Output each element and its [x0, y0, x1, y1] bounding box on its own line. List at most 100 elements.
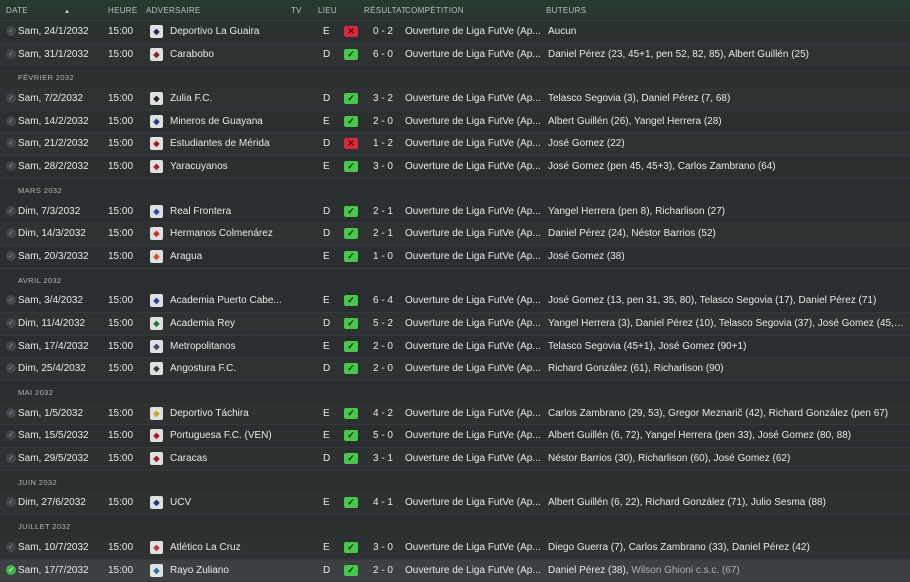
match-competition[interactable]: Ouverture de Liga FutVe (Ap... — [405, 26, 541, 38]
opponent-name[interactable]: Rayo Zuliano — [170, 565, 282, 577]
table-row[interactable]: ✓Sam, 14/2/203215:00◆Mineros de GuayanaE… — [0, 111, 910, 134]
match-competition[interactable]: Ouverture de Liga FutVe (Ap... — [405, 497, 541, 509]
check-icon: ✓ — [6, 93, 16, 103]
match-competition[interactable]: Ouverture de Liga FutVe (Ap... — [405, 251, 541, 263]
match-venue: D — [323, 49, 330, 61]
match-score[interactable]: 1 - 2 — [372, 138, 394, 150]
fixtures-list: ✓Sam, 24/1/203215:00◆Deportivo La Guaira… — [0, 21, 910, 582]
match-score[interactable]: 2 - 1 — [372, 228, 394, 240]
match-score[interactable]: 2 - 1 — [372, 206, 394, 218]
opponent-name[interactable]: Hermanos Colmenárez — [170, 228, 282, 240]
opponent-name[interactable]: Estudiantes de Mérida — [170, 138, 282, 150]
opponent-name[interactable]: Atlético La Cruz — [170, 542, 282, 554]
header-opponent[interactable]: ADVERSAIRE — [146, 6, 201, 15]
team-crest-icon: ◆ — [150, 362, 163, 375]
header-time[interactable]: HEURE — [108, 6, 138, 15]
table-row[interactable]: ✓Dim, 14/3/203215:00◆Hermanos Colmenárez… — [0, 223, 910, 246]
opponent-name[interactable]: Academia Puerto Cabe... — [170, 295, 282, 307]
opponent-name[interactable]: Real Frontera — [170, 206, 282, 218]
match-competition[interactable]: Ouverture de Liga FutVe (Ap... — [405, 565, 541, 577]
match-competition[interactable]: Ouverture de Liga FutVe (Ap... — [405, 408, 541, 420]
match-competition[interactable]: Ouverture de Liga FutVe (Ap... — [405, 453, 541, 465]
table-row[interactable]: ✓Sam, 21/2/203215:00◆Estudiantes de Méri… — [0, 133, 910, 156]
match-competition[interactable]: Ouverture de Liga FutVe (Ap... — [405, 161, 541, 173]
scorers-text: Carlos Zambrano (29, 53), Gregor Meznari… — [548, 408, 888, 419]
match-score[interactable]: 2 - 0 — [372, 116, 394, 128]
table-row[interactable]: ✓Sam, 31/1/203215:00◆CaraboboD✓6 - 0Ouve… — [0, 44, 910, 67]
match-score[interactable]: 0 - 2 — [372, 26, 394, 38]
match-competition[interactable]: Ouverture de Liga FutVe (Ap... — [405, 116, 541, 128]
header-tv[interactable]: TV — [291, 6, 302, 15]
match-competition[interactable]: Ouverture de Liga FutVe (Ap... — [405, 318, 541, 330]
table-row[interactable]: ✓Sam, 24/1/203215:00◆Deportivo La Guaira… — [0, 21, 910, 44]
opponent-name[interactable]: Zulia F.C. — [170, 93, 282, 105]
match-competition[interactable]: Ouverture de Liga FutVe (Ap... — [405, 206, 541, 218]
scorers-text: Daniel Pérez (24), Néstor Barrios (52) — [548, 228, 716, 239]
loss-icon: ✕ — [344, 26, 358, 37]
table-row[interactable]: ✓Sam, 7/2/203215:00◆Zulia F.C.D✓3 - 2Ouv… — [0, 88, 910, 111]
match-competition[interactable]: Ouverture de Liga FutVe (Ap... — [405, 542, 541, 554]
table-row[interactable]: ✓Sam, 29/5/203215:00◆CaracasD✓3 - 1Ouver… — [0, 448, 910, 471]
check-icon: ✓ — [6, 206, 16, 216]
opponent-name[interactable]: Angostura F.C. — [170, 363, 282, 375]
match-score[interactable]: 2 - 0 — [372, 565, 394, 577]
match-score[interactable]: 4 - 2 — [372, 408, 394, 420]
match-competition[interactable]: Ouverture de Liga FutVe (Ap... — [405, 228, 541, 240]
match-competition[interactable]: Ouverture de Liga FutVe (Ap... — [405, 341, 541, 353]
match-score[interactable]: 5 - 0 — [372, 430, 394, 442]
match-date: Dim, 14/3/2032 — [18, 228, 104, 240]
table-row[interactable]: ✓Dim, 11/4/203215:00◆Academia ReyD✓5 - 2… — [0, 313, 910, 336]
opponent-name[interactable]: Mineros de Guayana — [170, 116, 282, 128]
opponent-name[interactable]: Portuguesa F.C. (VEN) — [170, 430, 282, 442]
match-competition[interactable]: Ouverture de Liga FutVe (Ap... — [405, 138, 541, 150]
opponent-name[interactable]: Yaracuyanos — [170, 161, 282, 173]
table-row[interactable]: ✓Sam, 15/5/203215:00◆Portuguesa F.C. (VE… — [0, 425, 910, 448]
opponent-name[interactable]: Deportivo La Guaira — [170, 26, 282, 38]
opponent-name[interactable]: Academia Rey — [170, 318, 282, 330]
table-row[interactable]: ✓Dim, 7/3/203215:00◆Real FronteraD✓2 - 1… — [0, 201, 910, 224]
match-score[interactable]: 3 - 2 — [372, 93, 394, 105]
opponent-name[interactable]: Aragua — [170, 251, 282, 263]
match-date: Sam, 21/2/2032 — [18, 138, 104, 150]
match-score[interactable]: 1 - 0 — [372, 251, 394, 263]
opponent-name[interactable]: Carabobo — [170, 49, 282, 61]
header-competition[interactable]: COMPÉTITION — [405, 6, 464, 15]
header-date[interactable]: DATE▲ — [6, 6, 70, 15]
match-score[interactable]: 3 - 0 — [372, 542, 394, 554]
table-row[interactable]: ✓Sam, 3/4/203215:00◆Academia Puerto Cabe… — [0, 290, 910, 313]
team-crest-icon: ◆ — [150, 407, 163, 420]
header-venue[interactable]: LIEU — [318, 6, 337, 15]
match-competition[interactable]: Ouverture de Liga FutVe (Ap... — [405, 430, 541, 442]
table-row[interactable]: ✓Sam, 20/3/203215:00◆AraguaE✓1 - 0Ouvert… — [0, 246, 910, 269]
table-row[interactable]: ✓Sam, 17/4/203215:00◆MetropolitanosE✓2 -… — [0, 336, 910, 359]
match-time: 15:00 — [108, 565, 133, 577]
check-icon: ✓ — [6, 26, 16, 36]
table-row[interactable]: ✓Dim, 27/6/203215:00◆UCVE✓4 - 1Ouverture… — [0, 492, 910, 515]
table-row[interactable]: ✓Sam, 10/7/203215:00◆Atlético La CruzE✓3… — [0, 537, 910, 560]
match-score[interactable]: 2 - 0 — [372, 341, 394, 353]
table-row[interactable]: ✓Dim, 25/4/203215:00◆Angostura F.C.D✓2 -… — [0, 358, 910, 381]
opponent-name[interactable]: Deportivo Táchira — [170, 408, 282, 420]
match-competition[interactable]: Ouverture de Liga FutVe (Ap... — [405, 295, 541, 307]
table-row[interactable]: ✓Sam, 17/7/203215:00◆Rayo ZulianoD✓2 - 0… — [0, 560, 910, 582]
match-score[interactable]: 3 - 0 — [372, 161, 394, 173]
match-date: Sam, 28/2/2032 — [18, 161, 104, 173]
match-score[interactable]: 5 - 2 — [372, 318, 394, 330]
match-score[interactable]: 6 - 4 — [372, 295, 394, 307]
match-time: 15:00 — [108, 251, 133, 263]
match-score[interactable]: 3 - 1 — [372, 453, 394, 465]
match-competition[interactable]: Ouverture de Liga FutVe (Ap... — [405, 363, 541, 375]
match-score[interactable]: 6 - 0 — [372, 49, 394, 61]
header-result[interactable]: RÉSULTAT — [364, 6, 406, 15]
header-scorers[interactable]: BUTEURS — [546, 6, 586, 15]
fixtures-screen: DATE▲ HEURE ADVERSAIRE TV LIEU RÉSULTAT … — [0, 0, 910, 564]
table-row[interactable]: ✓Sam, 1/5/203215:00◆Deportivo TáchiraE✓4… — [0, 403, 910, 426]
opponent-name[interactable]: Caracas — [170, 453, 282, 465]
match-competition[interactable]: Ouverture de Liga FutVe (Ap... — [405, 93, 541, 105]
opponent-name[interactable]: UCV — [170, 497, 282, 509]
table-row[interactable]: ✓Sam, 28/2/203215:00◆YaracuyanosE✓3 - 0O… — [0, 156, 910, 179]
match-score[interactable]: 4 - 1 — [372, 497, 394, 509]
match-score[interactable]: 2 - 0 — [372, 363, 394, 375]
match-competition[interactable]: Ouverture de Liga FutVe (Ap... — [405, 49, 541, 61]
opponent-name[interactable]: Metropolitanos — [170, 341, 282, 353]
